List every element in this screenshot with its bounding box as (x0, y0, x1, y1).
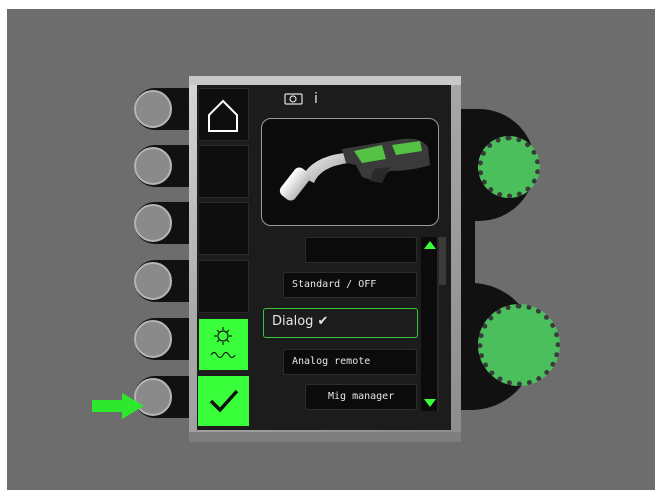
header-bar: i (284, 91, 318, 107)
side-button-3[interactable] (134, 202, 194, 244)
welding-torch-illustration (279, 138, 430, 201)
list-item[interactable]: Analog remote (283, 349, 417, 375)
upper-control-knob[interactable] (478, 136, 540, 198)
info-label[interactable]: i (314, 91, 318, 107)
side-button-5[interactable] (134, 318, 194, 360)
torch-info-icon[interactable] (284, 92, 304, 106)
tile-settings[interactable] (198, 318, 249, 371)
arrow-right-icon (92, 393, 144, 419)
button-knob (134, 320, 172, 358)
list-item[interactable] (305, 237, 417, 263)
home-icon (208, 99, 238, 132)
list-item-selected[interactable]: Dialog ✔ (263, 308, 418, 338)
list-item[interactable]: Standard / OFF (283, 272, 417, 298)
tile-empty-4[interactable] (198, 260, 249, 313)
tile-empty-2[interactable] (198, 145, 249, 198)
side-button-2[interactable] (134, 145, 194, 187)
tile-empty-3[interactable] (198, 202, 249, 255)
side-button-4[interactable] (134, 260, 194, 302)
lower-control-knob[interactable] (478, 304, 560, 386)
wire-feed-settings-icon (210, 327, 236, 359)
scroll-up-icon (424, 241, 436, 249)
scrollbar[interactable] (421, 237, 439, 411)
scroll-down-icon (424, 399, 436, 407)
tile-home[interactable] (198, 88, 249, 141)
button-knob (134, 204, 172, 242)
button-knob (134, 262, 172, 300)
torch-image (261, 118, 439, 226)
button-knob (134, 147, 172, 185)
scroll-arrows (424, 237, 439, 411)
tile-confirm[interactable] (198, 376, 249, 426)
side-button-1[interactable] (134, 88, 194, 130)
list-item[interactable]: Mig manager (305, 384, 417, 410)
button-knob (134, 90, 172, 128)
scroll-track-segment (438, 237, 446, 285)
checkmark-icon (209, 389, 239, 413)
